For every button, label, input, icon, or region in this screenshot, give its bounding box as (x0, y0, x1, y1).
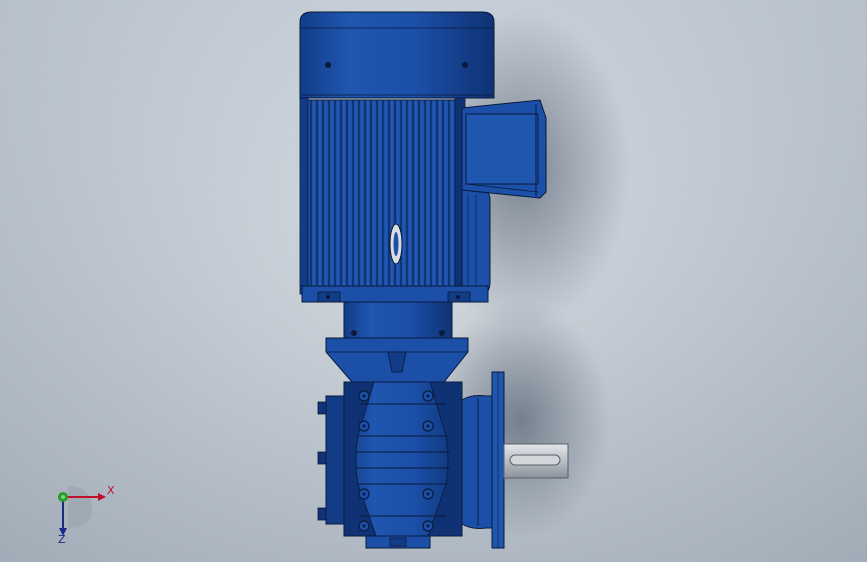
x-axis-arrow-icon (98, 493, 106, 501)
bolt-icon (325, 62, 331, 68)
triad-shadow (68, 486, 92, 528)
motor-fan-cover[interactable] (299, 11, 495, 99)
graphics-viewport[interactable]: X Z (0, 0, 867, 562)
orientation-triad[interactable]: X Z (44, 478, 124, 544)
motor-adapter[interactable] (325, 301, 469, 383)
gear-motor-model[interactable] (0, 0, 867, 562)
bolt-icon (462, 62, 468, 68)
terminal-box[interactable] (461, 99, 547, 199)
x-axis-label: X (107, 484, 115, 497)
output-flange[interactable] (461, 371, 505, 549)
gearbox-housing[interactable] (317, 381, 463, 549)
z-axis-label: Z (58, 533, 66, 544)
output-shaft[interactable] (503, 443, 569, 479)
